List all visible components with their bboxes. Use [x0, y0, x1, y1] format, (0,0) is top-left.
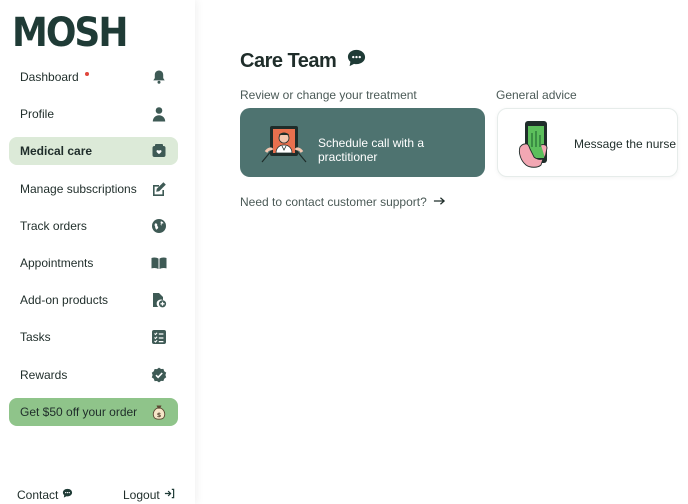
logout-icon [164, 488, 175, 502]
sidebar-item-label: Medical care [20, 144, 93, 159]
book-icon [151, 255, 167, 271]
advice-section-label: General advice [496, 88, 577, 102]
sidebar-item-profile[interactable]: Profile [9, 100, 178, 128]
page-title: Care Team [240, 48, 367, 75]
sidebar-item-tasks[interactable]: Tasks [9, 323, 178, 351]
globe-icon [151, 218, 167, 234]
message-nurse-label: Message the nurse [574, 137, 677, 151]
phone-illustration-icon [516, 119, 556, 169]
treatment-section-label: Review or change your treatment [240, 88, 417, 102]
chat-bubble-icon [346, 48, 367, 75]
brand-logo[interactable]: MOSH [12, 10, 128, 56]
user-icon [151, 106, 167, 122]
sidebar: MOSH Dashboard Profile Medical care Mana… [0, 0, 195, 504]
sidebar-item-dashboard[interactable]: Dashboard [9, 63, 178, 91]
sidebar-item-manage-subscriptions[interactable]: Manage subscriptions [9, 175, 178, 203]
chat-bubble-icon [62, 488, 73, 502]
sidebar-item-appointments[interactable]: Appointments [9, 249, 178, 277]
svg-text:$: $ [157, 410, 162, 418]
sidebar-item-label: Get $50 off your order [20, 404, 138, 419]
sidebar-item-label: Profile [20, 107, 55, 122]
sidebar-item-track-orders[interactable]: Track orders [9, 212, 178, 240]
logout-link[interactable]: Logout [123, 488, 175, 502]
sidebar-item-label: Appointments [20, 255, 94, 270]
sidebar-item-label: Manage subscriptions [20, 181, 137, 196]
sidebar-item-promo-offer[interactable]: Get $50 off your order $ [9, 397, 178, 426]
arrow-right-icon [433, 195, 446, 209]
medical-box-icon [151, 143, 167, 159]
money-bag-icon: $ [151, 404, 167, 420]
bell-icon [151, 69, 167, 85]
contact-link[interactable]: Contact [17, 488, 73, 502]
sidebar-item-label: Track orders [20, 218, 87, 233]
sidebar-item-medical-care[interactable]: Medical care [9, 137, 178, 166]
logout-label: Logout [123, 488, 160, 502]
contact-label: Contact [17, 488, 59, 502]
sidebar-item-label: Add-on products [20, 293, 109, 308]
practitioner-illustration-icon [260, 122, 308, 164]
message-nurse-card[interactable]: Message the nurse [497, 108, 678, 177]
checklist-icon [151, 329, 167, 345]
schedule-call-label: Schedule call with a practitioner [318, 136, 425, 164]
customer-support-label: Need to contact customer support? [240, 195, 427, 209]
edit-icon [151, 181, 167, 197]
schedule-call-card[interactable]: Schedule call with a practitioner [240, 108, 485, 177]
file-add-icon [151, 292, 167, 308]
notification-dot [84, 72, 89, 76]
sidebar-item-label: Tasks [20, 330, 51, 345]
page-title-text: Care Team [240, 50, 337, 72]
badge-check-icon [151, 367, 167, 383]
customer-support-link[interactable]: Need to contact customer support? [240, 195, 446, 209]
sidebar-nav: Dashboard Profile Medical care Manage su… [9, 63, 178, 435]
sidebar-item-add-on-products[interactable]: Add-on products [9, 286, 178, 314]
sidebar-item-label: Dashboard [20, 70, 79, 84]
sidebar-item-label: Rewards [20, 367, 68, 382]
sidebar-item-rewards[interactable]: Rewards [9, 361, 178, 389]
